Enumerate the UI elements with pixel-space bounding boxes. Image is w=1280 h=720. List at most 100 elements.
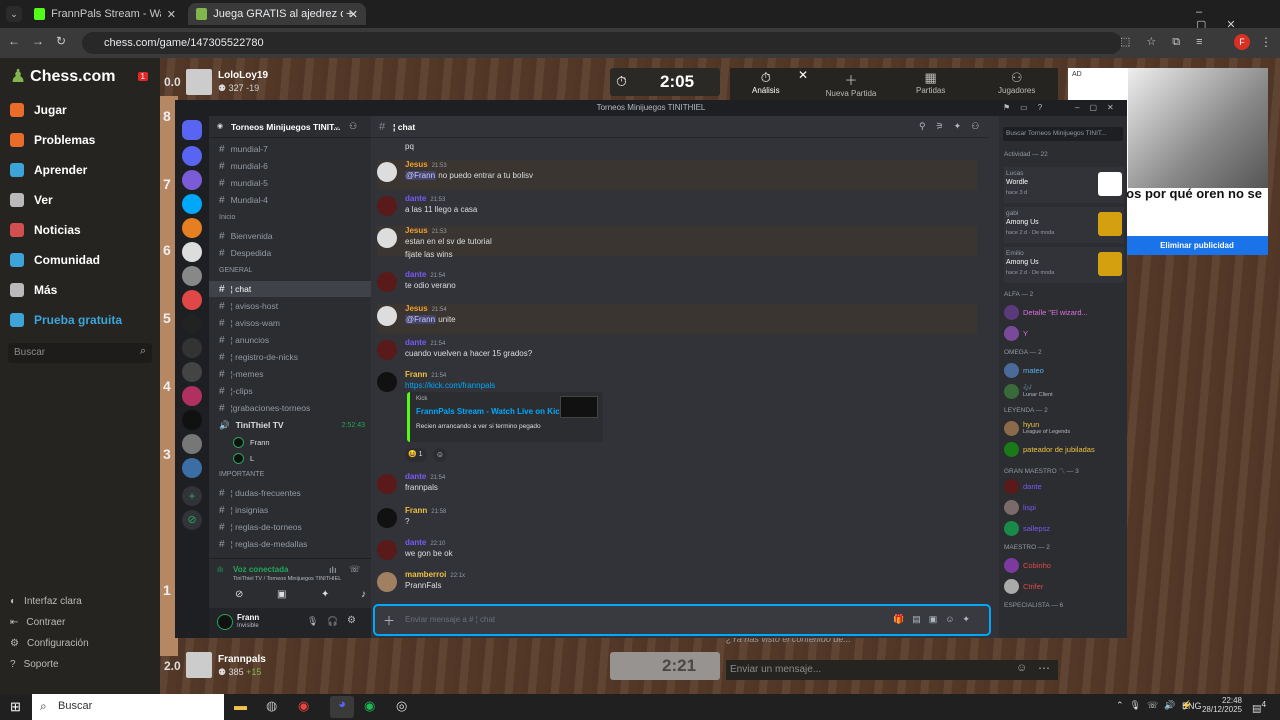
nav-item-2[interactable]: Aprender — [0, 155, 160, 185]
server-icon[interactable] — [182, 290, 202, 310]
voice-user[interactable]: Frann — [209, 434, 371, 450]
member-item[interactable]: Y — [1004, 324, 1124, 344]
channel-item[interactable]: # Bienvenida — [209, 228, 371, 244]
chat-message[interactable]: dante 21:54 cuando vuelven a hacer 15 grad… — [377, 338, 977, 368]
new-game-button[interactable]: ＋ Nueva Partida — [822, 70, 880, 98]
add-server-icon[interactable]: + — [182, 486, 202, 506]
channel-item[interactable]: # ¦-memes — [209, 366, 371, 382]
server-icon[interactable] — [182, 410, 202, 430]
message-author[interactable]: dante 21:53 — [405, 194, 445, 203]
nav-item-6[interactable]: Más — [0, 275, 160, 305]
settings-gear-icon[interactable]: ⚙ — [347, 615, 356, 626]
tab-search-icon[interactable]: ⌄ — [6, 6, 22, 22]
chat-message[interactable]: Jesus 21:53 estan en el sv de tutorial fija… — [377, 226, 977, 259]
title-bar-icons[interactable]: ⚑▭? — [1003, 100, 1052, 116]
chat-message[interactable]: dante 21:53 a las 11 llego a casa — [377, 194, 977, 224]
chesscom-search[interactable]: Buscar ⌕ — [8, 343, 152, 363]
noise-icon[interactable]: ıIı — [329, 565, 337, 575]
activity-card[interactable]: Lucas Wordle hace 3 d — [1004, 167, 1124, 203]
reaction-chip[interactable]: 😆 1 — [405, 448, 427, 462]
disconnect-icon[interactable]: ☏ — [349, 564, 360, 575]
add-member-icon[interactable]: ⚇ — [349, 121, 357, 132]
member-item[interactable]: dante — [1004, 477, 1124, 497]
channel-item[interactable]: # mundial-6 — [209, 158, 371, 174]
voice-user[interactable]: L — [209, 450, 371, 466]
message-input[interactable]: ＋ Enviar mensaje a # ¦ chat 🎁▤▣☺✦ — [373, 604, 991, 636]
user-avatar[interactable] — [377, 196, 397, 216]
nav-light-mode[interactable]: ◐ Interfaz clara — [0, 591, 160, 612]
nav-collapse[interactable]: ⇤ Contraer — [0, 612, 160, 633]
bottom-player-name[interactable]: Frannpals — [218, 654, 266, 665]
spotify-icon[interactable]: ◉ — [364, 698, 375, 714]
user-avatar[interactable] — [377, 162, 397, 182]
clock[interactable]: 22:48 28/12/2025 — [1200, 696, 1242, 714]
screen-share-icon[interactable]: ▣ — [277, 589, 286, 600]
headphones-icon[interactable]: 🎧 — [327, 616, 338, 627]
nav-item-1[interactable]: Problemas — [0, 125, 160, 155]
embed-title-link[interactable]: FrannPals Stream - Watch Live on Kick — [416, 407, 564, 416]
windows-start-icon[interactable]: ⊞ — [10, 699, 21, 715]
close-icon[interactable]: ✕ — [798, 68, 808, 82]
member-item[interactable]: pateador de jubiladas — [1004, 440, 1124, 460]
message-author[interactable]: Frann 21:54 — [405, 370, 446, 379]
message-author[interactable]: mamberroi 22:1x — [405, 570, 465, 579]
server-icon[interactable] — [182, 194, 202, 214]
soundboard-icon[interactable]: ♪ — [361, 589, 366, 600]
user-avatar[interactable] — [377, 540, 397, 560]
channel-item[interactable]: # ¦-clips — [209, 383, 371, 399]
more-icon[interactable]: ⋯ — [1038, 661, 1050, 675]
server-icon[interactable] — [182, 218, 202, 238]
activity-card[interactable]: Emilio Among Us hace 2 d · De moda — [1004, 247, 1124, 283]
chat-message[interactable]: Frann 21:58? — [377, 506, 977, 536]
message-author[interactable]: dante 21:54 — [405, 338, 445, 347]
server-icon[interactable] — [182, 266, 202, 286]
user-avatar[interactable] — [377, 508, 397, 528]
channel-item[interactable]: # ¦ chat — [209, 281, 371, 297]
taskbar-search[interactable]: ⌕ Buscar — [32, 694, 224, 720]
menu-icon[interactable]: ⋮ — [1260, 35, 1272, 49]
message-author[interactable]: Jesus 21:53 — [405, 160, 447, 169]
user-avatar[interactable] — [377, 572, 397, 592]
channel-category[interactable]: GENERAL — [219, 267, 252, 274]
member-item[interactable]: hyun League of Legends — [1004, 419, 1124, 439]
channel-item[interactable]: # ¦ insignias — [209, 502, 371, 518]
user-avatar[interactable] — [377, 306, 397, 326]
close-tab-icon[interactable]: ✕ — [167, 8, 176, 21]
discord-taskbar-icon[interactable]: ◕ — [330, 696, 354, 718]
header-icons[interactable]: ⚲⚞✦⚇ — [919, 121, 989, 132]
voice-channel[interactable]: 🔊 TiniThiel TV 2:52:43 — [209, 417, 371, 433]
user-avatar[interactable] — [377, 474, 397, 494]
games-button[interactable]: ▦ Partidas — [916, 70, 945, 95]
chrome-icon[interactable]: ◉ — [298, 698, 309, 714]
server-icon[interactable] — [182, 386, 202, 406]
profile-avatar[interactable]: F — [1234, 34, 1250, 50]
tab-chess[interactable]: Juega GRATIS al ajedrez online ✕ — [188, 3, 366, 25]
server-icon[interactable] — [182, 146, 202, 166]
member-item[interactable]: Cobinho — [1004, 556, 1124, 576]
explore-icon[interactable]: ⊘ — [182, 510, 202, 530]
plus-circle-icon[interactable]: ＋ — [383, 612, 395, 629]
channel-item[interactable]: # ¦ avisos-wam — [209, 315, 371, 331]
server-icon[interactable] — [182, 242, 202, 262]
camera-off-icon[interactable]: ⊘ — [235, 589, 243, 600]
link-embed[interactable]: Kick FrannPals Stream - Watch Live on Ki… — [407, 392, 603, 442]
nav-settings[interactable]: ⚙ Configuración — [0, 633, 160, 654]
url-field[interactable]: chess.com/game/147305522780 — [82, 32, 1122, 54]
chat-message[interactable]: mamberroi 22:1x PrannFals — [377, 570, 977, 600]
message-author[interactable]: dante 21:54 — [405, 270, 445, 279]
input-icons[interactable]: 🎁▤▣☺✦ — [893, 614, 978, 625]
analysis-button[interactable]: ⏱ Análisis — [752, 70, 780, 95]
app-icon[interactable]: ◎ — [396, 698, 407, 714]
user-avatar[interactable] — [377, 228, 397, 248]
channel-item[interactable]: # Despedida — [209, 245, 371, 261]
chat-message[interactable]: Jesus 21:53 @Frann no puedo entrar a tu bo… — [377, 160, 977, 190]
channel-item[interactable]: # ¦ anuncios — [209, 332, 371, 348]
new-tab-button[interactable]: + — [346, 5, 354, 21]
chat-message[interactable]: dante 21:54 frannpals — [377, 472, 977, 502]
activities-icon[interactable]: ✦ — [321, 589, 329, 600]
channel-category[interactable]: Inicio — [219, 214, 235, 221]
channel-item[interactable]: # ¦ registro-de-nicks — [209, 349, 371, 365]
top-player-name[interactable]: LoloLoy19 — [218, 70, 268, 81]
server-icon[interactable] — [182, 458, 202, 478]
server-icon[interactable] — [182, 434, 202, 454]
